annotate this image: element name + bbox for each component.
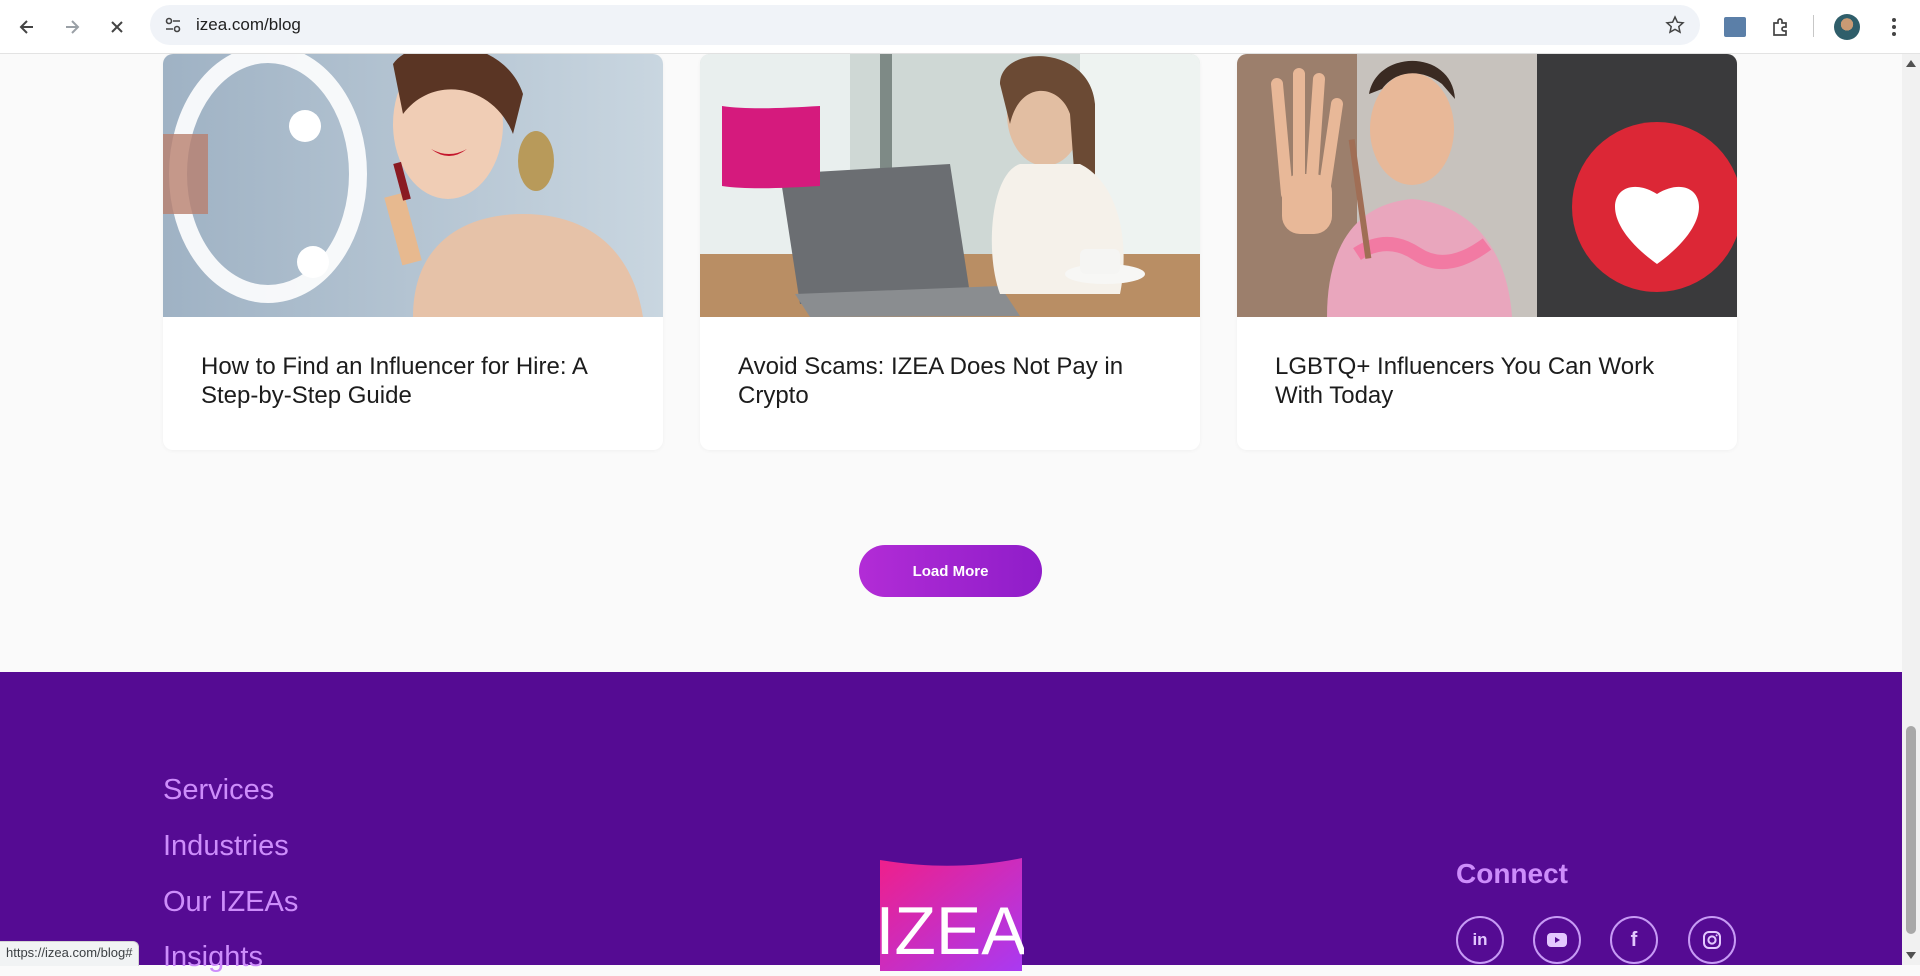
footer-link-our-izeas[interactable]: Our IZEAs [163, 886, 298, 919]
footer-link-industries[interactable]: Industries [163, 830, 289, 863]
izea-logo[interactable]: IZEA [875, 856, 1027, 971]
scroll-down-arrow-icon[interactable] [1906, 952, 1916, 959]
load-more-button[interactable]: Load More [859, 545, 1042, 597]
linkedin-icon[interactable]: in [1456, 916, 1504, 964]
blog-card-title[interactable]: LGBTQ+ Influencers You Can Work With Tod… [1275, 352, 1705, 410]
blog-card[interactable]: How to Find an Influencer for Hire: A St… [163, 54, 663, 450]
blog-card-title[interactable]: Avoid Scams: IZEA Does Not Pay in Crypto [738, 352, 1168, 410]
blog-card[interactable]: LGBTQ+ Influencers You Can Work With Tod… [1237, 54, 1737, 450]
blog-card-image[interactable] [1237, 54, 1737, 317]
blog-card-title[interactable]: How to Find an Influencer for Hire: A St… [201, 352, 631, 410]
scroll-up-arrow-icon[interactable] [1906, 60, 1916, 67]
site-info-icon[interactable] [162, 14, 184, 36]
connect-heading: Connect [1456, 858, 1568, 889]
forward-arrow-icon [66, 20, 80, 34]
footer-link-insights[interactable]: Insights [163, 941, 263, 974]
blog-card-image[interactable] [163, 54, 663, 317]
scrollbar-thumb[interactable] [1906, 726, 1916, 934]
puzzle-extensions-icon[interactable] [1767, 13, 1795, 41]
browser-toolbar: izea.com/blog [0, 0, 1920, 54]
bookmark-star-icon[interactable] [1664, 14, 1686, 36]
address-bar[interactable]: izea.com/blog [150, 5, 1700, 45]
blog-card[interactable]: Avoid Scams: IZEA Does Not Pay in Crypto [700, 54, 1200, 450]
extension-icon[interactable] [1721, 13, 1749, 41]
profile-avatar[interactable] [1833, 13, 1861, 41]
page-scrollbar[interactable] [1902, 54, 1920, 965]
facebook-icon[interactable]: f [1610, 916, 1658, 964]
logo-text: IZEA [878, 893, 1024, 969]
close-icon [111, 21, 123, 33]
stop-loading-button[interactable] [99, 9, 135, 45]
link-status-bubble: https://izea.com/blog# [0, 941, 140, 966]
youtube-icon[interactable] [1533, 916, 1581, 964]
footer-link-services[interactable]: Services [163, 774, 274, 807]
forward-button[interactable] [54, 9, 90, 45]
address-url[interactable]: izea.com/blog [196, 5, 301, 45]
back-arrow-icon [19, 20, 33, 34]
more-menu-icon[interactable] [1880, 13, 1908, 41]
toolbar-divider [1813, 15, 1814, 37]
blog-card-image[interactable] [700, 54, 1200, 317]
back-button[interactable] [9, 9, 45, 45]
instagram-icon[interactable] [1688, 916, 1736, 964]
